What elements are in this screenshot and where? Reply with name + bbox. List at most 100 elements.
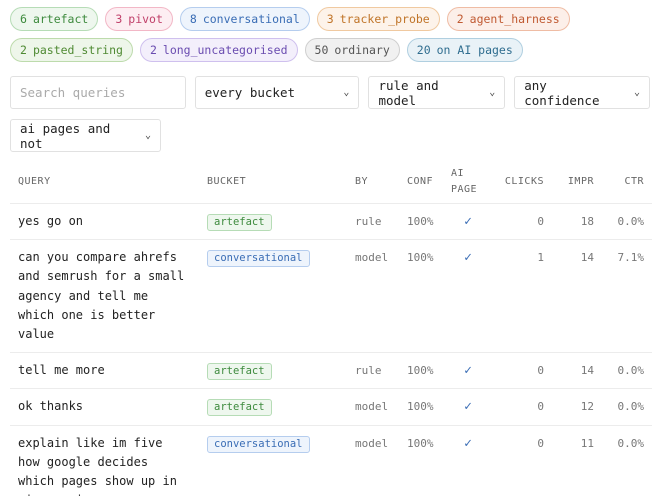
chip-label: pivot	[128, 12, 163, 26]
chip-label: artefact	[32, 12, 89, 26]
chip-label: tracker_probe	[339, 12, 430, 26]
chip-count: 6	[20, 12, 27, 26]
conf-cell: 100%	[407, 364, 434, 378]
chip-row-2: 2 pasted_string 2 long_uncategorised 50 ord…	[10, 38, 650, 62]
table-row[interactable]: explain like im five how google decides …	[10, 426, 652, 497]
header-bucket[interactable]: BUCKET	[199, 176, 347, 187]
confidence-select-value: any confidence	[524, 77, 600, 108]
clicks-cell: 0	[537, 436, 544, 450]
chip-label: agent_harness	[469, 12, 560, 26]
table-body: yes go on artefact rule 100% ✓ 0 18 0.0% can you…	[10, 204, 652, 497]
chip-count: 20	[416, 43, 431, 57]
ctr-cell: 0.0%	[617, 364, 645, 378]
chip-tracker-probe[interactable]: 3 tracker_probe	[316, 7, 440, 31]
clicks-cell: 0	[537, 215, 544, 228]
conf-cell: 100%	[407, 436, 434, 450]
chip-label: long_uncategorised	[162, 43, 288, 57]
bucket-tag: artefact	[207, 363, 272, 381]
table-header: QUERY BUCKET BY CONF AI PAGE CLICKS IMPR…	[10, 160, 652, 204]
chevron-down-icon: ⌄	[343, 87, 350, 98]
ctr-cell: 0.0%	[617, 436, 645, 450]
header-ai-page[interactable]: AI PAGE	[443, 166, 487, 198]
by-cell: model	[355, 436, 389, 450]
chip-pasted-string[interactable]: 2 pasted_string	[10, 38, 133, 62]
table-row[interactable]: tell me more artefact rule 100% ✓ 0 14 0.0%	[10, 353, 652, 390]
by-select-value: rule and model	[378, 77, 439, 108]
query-cell: explain like im five how google decides …	[18, 435, 177, 497]
table-row[interactable]: ok thanks artefact model 100% ✓ 0 12 0.0%	[10, 389, 652, 426]
queries-table: QUERY BUCKET BY CONF AI PAGE CLICKS IMPR…	[10, 160, 652, 497]
chip-conversational[interactable]: 8 conversational	[179, 7, 310, 31]
ctr-cell: 7.1%	[617, 251, 645, 265]
impr-cell: 11	[580, 436, 594, 450]
chip-long-uncategorised[interactable]: 2 long_uncategorised	[139, 38, 298, 62]
chip-count: 3	[326, 12, 334, 26]
clicks-cell: 0	[537, 400, 544, 414]
bucket-cell: artefact	[199, 389, 347, 424]
clicks-cell: 1	[537, 251, 544, 265]
ctr-cell: 0.0%	[617, 400, 645, 414]
chip-artefact[interactable]: 6 artefact	[10, 7, 99, 31]
query-cell: ok thanks	[18, 399, 84, 414]
table-row[interactable]: yes go on artefact rule 100% ✓ 0 18 0.0%	[10, 204, 652, 241]
ai-pages-select-value: ai pages and not	[20, 120, 111, 151]
header-ctr[interactable]: CTR	[602, 176, 652, 187]
ai-page-check-icon: ✓	[464, 250, 472, 266]
ctr-cell: 0.0%	[617, 215, 645, 228]
table-row[interactable]: can you compare ahrefs and semrush for a…	[10, 240, 652, 354]
header-query[interactable]: QUERY	[10, 176, 199, 187]
chip-count: 2	[456, 12, 464, 26]
by-cell: rule	[355, 364, 382, 378]
ai-page-check-icon: ✓	[464, 363, 472, 379]
bucket-select-value: every bucket	[204, 85, 296, 100]
search-input[interactable]: Search queries	[10, 76, 186, 109]
bucket-tag: conversational	[207, 250, 310, 268]
chip-ordinary[interactable]: 50 ordinary	[304, 38, 400, 62]
conf-cell: 100%	[407, 400, 434, 414]
query-cell: tell me more	[18, 363, 105, 378]
clicks-cell: 0	[537, 364, 544, 378]
chip-label: pasted_string	[32, 43, 123, 57]
bucket-chips: 6 artefact 3 pivot 8 conversational 3 tracke…	[10, 7, 650, 69]
header-impr[interactable]: IMPR	[552, 176, 602, 187]
ai-page-check-icon: ✓	[464, 399, 472, 415]
chevron-down-icon: ⌄	[144, 130, 151, 141]
chip-pivot[interactable]: 3 pivot	[105, 7, 173, 31]
bucket-cell: conversational	[199, 240, 347, 352]
chip-label: on AI pages	[436, 43, 513, 57]
header-conf[interactable]: CONF	[399, 176, 443, 187]
chevron-down-icon: ⌄	[489, 87, 496, 98]
impr-cell: 18	[580, 215, 594, 228]
chip-count: 2	[20, 43, 27, 57]
bucket-tag: artefact	[207, 399, 272, 417]
ai-page-check-icon: ✓	[464, 214, 472, 229]
chip-label: conversational	[202, 12, 300, 26]
search-placeholder: Search queries	[20, 85, 126, 100]
bucket-tag: conversational	[207, 435, 310, 453]
by-cell: rule	[355, 215, 382, 228]
chevron-down-icon: ⌄	[633, 87, 640, 98]
query-cell: yes go on	[18, 214, 84, 228]
impr-cell: 12	[580, 400, 594, 414]
conf-cell: 100%	[407, 215, 434, 228]
chip-label: ordinary	[334, 43, 390, 57]
by-cell: model	[355, 251, 389, 265]
bucket-cell: artefact	[199, 353, 347, 388]
bucket-cell: artefact	[199, 204, 347, 239]
by-select[interactable]: rule and model ⌄	[368, 76, 506, 109]
query-cell: can you compare ahrefs and semrush for a…	[18, 250, 185, 342]
impr-cell: 14	[580, 251, 594, 265]
header-by[interactable]: BY	[347, 176, 399, 187]
header-clicks[interactable]: CLICKS	[487, 176, 552, 187]
confidence-select[interactable]: any confidence ⌄	[514, 76, 650, 109]
chip-agent-harness[interactable]: 2 agent_harness	[446, 7, 570, 31]
filter-bar: Search queries every bucket ⌄ rule and mo…	[10, 76, 650, 162]
chip-on-ai-pages[interactable]: 20 on AI pages	[406, 38, 523, 62]
chip-count: 50	[314, 43, 329, 57]
bucket-tag: artefact	[207, 214, 272, 231]
ai-pages-select[interactable]: ai pages and not ⌄	[10, 119, 161, 152]
chip-count: 3	[115, 12, 123, 26]
chip-count: 8	[189, 12, 197, 26]
bucket-cell: conversational	[199, 426, 347, 497]
bucket-select[interactable]: every bucket ⌄	[194, 76, 360, 109]
